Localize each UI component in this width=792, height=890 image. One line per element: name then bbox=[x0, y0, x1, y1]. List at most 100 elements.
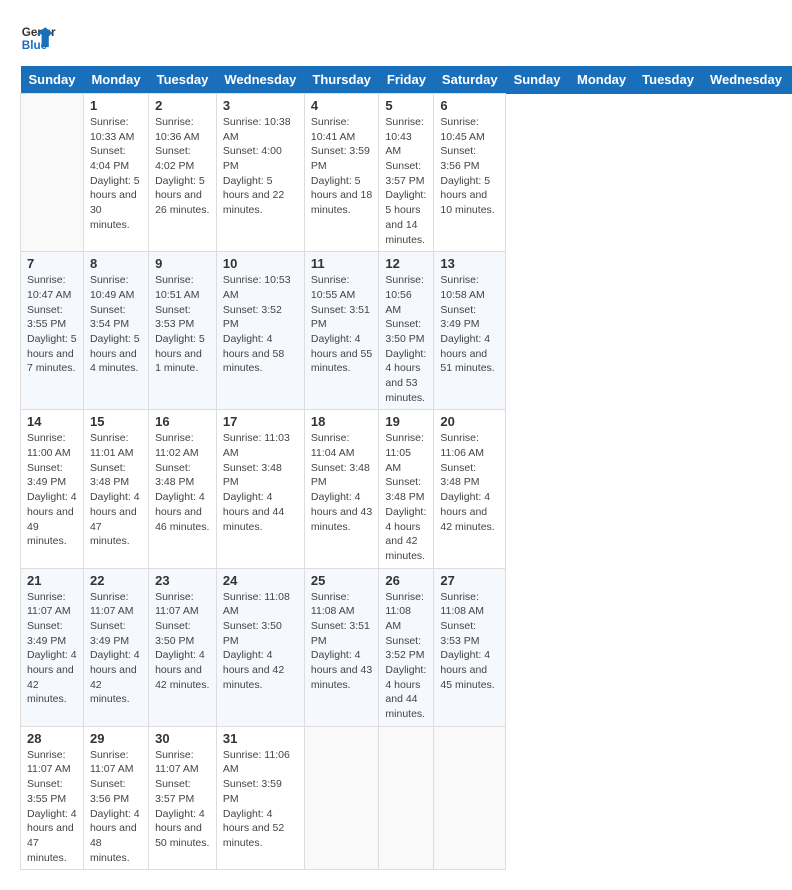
header-friday: Friday bbox=[379, 66, 434, 94]
day-number: 10 bbox=[223, 256, 298, 271]
day-info: Sunrise: 11:08 AMSunset: 3:50 PMDaylight… bbox=[223, 590, 298, 693]
calendar-cell: 24 Sunrise: 11:08 AMSunset: 3:50 PMDaylig… bbox=[216, 568, 304, 726]
day-number: 20 bbox=[440, 414, 499, 429]
day-number: 24 bbox=[223, 573, 298, 588]
day-number: 21 bbox=[27, 573, 77, 588]
calendar-cell: 14 Sunrise: 11:00 AMSunset: 3:49 PMDaylig… bbox=[21, 410, 84, 568]
day-info: Sunrise: 11:07 AMSunset: 3:56 PMDaylight… bbox=[90, 748, 142, 866]
day-info: Sunrise: 10:45 AMSunset: 3:56 PMDaylight… bbox=[440, 115, 499, 218]
day-info: Sunrise: 10:49 AMSunset: 3:54 PMDaylight… bbox=[90, 273, 142, 376]
calendar-cell: 3Sunrise: 10:38 AMSunset: 4:00 PMDayligh… bbox=[216, 94, 304, 252]
day-number: 17 bbox=[223, 414, 298, 429]
day-number: 19 bbox=[385, 414, 427, 429]
day-info: Sunrise: 10:53 AMSunset: 3:52 PMDaylight… bbox=[223, 273, 298, 376]
calendar-cell: 11Sunrise: 10:55 AMSunset: 3:51 PMDaylig… bbox=[304, 252, 379, 410]
calendar-cell: 5 Sunrise: 10:43 AMSunset: 3:57 PMDayligh… bbox=[379, 94, 434, 252]
calendar-cell: 29 Sunrise: 11:07 AMSunset: 3:56 PMDaylig… bbox=[83, 726, 148, 870]
day-number: 1 bbox=[90, 98, 142, 113]
calendar-cell: 12 Sunrise: 10:56 AMSunset: 3:50 PMDaylig… bbox=[379, 252, 434, 410]
day-info: Sunrise: 11:08 AMSunset: 3:52 PMDaylight… bbox=[385, 590, 427, 722]
day-number: 26 bbox=[385, 573, 427, 588]
header-thursday: Thursday bbox=[304, 66, 379, 94]
header-sunday: Sunday bbox=[21, 66, 84, 94]
calendar-cell bbox=[21, 94, 84, 252]
day-number: 5 bbox=[385, 98, 427, 113]
calendar-cell bbox=[434, 726, 506, 870]
calendar-cell: 22 Sunrise: 11:07 AMSunset: 3:49 PMDaylig… bbox=[83, 568, 148, 726]
header-monday: Monday bbox=[83, 66, 148, 94]
day-number: 9 bbox=[155, 256, 210, 271]
day-info: Sunrise: 10:58 AMSunset: 3:49 PMDaylight… bbox=[440, 273, 499, 376]
day-info: Sunrise: 11:07 AMSunset: 3:49 PMDaylight… bbox=[27, 590, 77, 708]
day-info: Sunrise: 11:01 AMSunset: 3:48 PMDaylight… bbox=[90, 431, 142, 549]
day-number: 31 bbox=[223, 731, 298, 746]
calendar-week-1: 1 Sunrise: 10:33 AMSunset: 4:04 PMDayligh… bbox=[21, 94, 792, 252]
day-info: Sunrise: 11:03 AMSunset: 3:48 PMDaylight… bbox=[223, 431, 298, 534]
day-number: 12 bbox=[385, 256, 427, 271]
day-info: Sunrise: 11:06 AMSunset: 3:48 PMDaylight… bbox=[440, 431, 499, 534]
calendar-cell: 26 Sunrise: 11:08 AMSunset: 3:52 PMDaylig… bbox=[379, 568, 434, 726]
header-day-tuesday: Tuesday bbox=[634, 66, 702, 94]
calendar-week-4: 21 Sunrise: 11:07 AMSunset: 3:49 PMDaylig… bbox=[21, 568, 792, 726]
calendar-cell: 30 Sunrise: 11:07 AMSunset: 3:57 PMDaylig… bbox=[149, 726, 217, 870]
calendar-cell: 25 Sunrise: 11:08 AMSunset: 3:51 PMDaylig… bbox=[304, 568, 379, 726]
day-number: 30 bbox=[155, 731, 210, 746]
day-info: Sunrise: 11:00 AMSunset: 3:49 PMDaylight… bbox=[27, 431, 77, 549]
day-info: Sunrise: 11:07 AMSunset: 3:49 PMDaylight… bbox=[90, 590, 142, 708]
calendar-cell: 19Sunrise: 11:05 AMSunset: 3:48 PMDaylig… bbox=[379, 410, 434, 568]
day-info: Sunrise: 10:41 AMSunset: 3:59 PMDaylight… bbox=[311, 115, 373, 218]
day-number: 6 bbox=[440, 98, 499, 113]
day-info: Sunrise: 11:08 AMSunset: 3:53 PMDaylight… bbox=[440, 590, 499, 693]
day-number: 4 bbox=[311, 98, 373, 113]
day-number: 18 bbox=[311, 414, 373, 429]
calendar-cell: 28 Sunrise: 11:07 AMSunset: 3:55 PMDaylig… bbox=[21, 726, 84, 870]
day-info: Sunrise: 10:56 AMSunset: 3:50 PMDaylight… bbox=[385, 273, 427, 405]
calendar-cell: 21 Sunrise: 11:07 AMSunset: 3:49 PMDaylig… bbox=[21, 568, 84, 726]
day-number: 29 bbox=[90, 731, 142, 746]
logo: General Blue bbox=[20, 20, 56, 56]
day-number: 25 bbox=[311, 573, 373, 588]
calendar-cell: 16Sunrise: 11:02 AMSunset: 3:48 PMDaylig… bbox=[149, 410, 217, 568]
day-number: 14 bbox=[27, 414, 77, 429]
calendar-cell: 17 Sunrise: 11:03 AMSunset: 3:48 PMDaylig… bbox=[216, 410, 304, 568]
day-number: 8 bbox=[90, 256, 142, 271]
calendar-cell: 6 Sunrise: 10:45 AMSunset: 3:56 PMDayligh… bbox=[434, 94, 506, 252]
calendar-header-row: SundayMondayTuesdayWednesdayThursdayFrid… bbox=[21, 66, 792, 94]
calendar-cell: 2 Sunrise: 10:36 AMSunset: 4:02 PMDayligh… bbox=[149, 94, 217, 252]
day-number: 23 bbox=[155, 573, 210, 588]
day-info: Sunrise: 10:43 AMSunset: 3:57 PMDaylight… bbox=[385, 115, 427, 247]
day-info: Sunrise: 10:55 AMSunset: 3:51 PMDaylight… bbox=[311, 273, 373, 376]
day-info: Sunrise: 11:08 AMSunset: 3:51 PMDaylight… bbox=[311, 590, 373, 693]
calendar-cell: 13 Sunrise: 10:58 AMSunset: 3:49 PMDaylig… bbox=[434, 252, 506, 410]
calendar-cell: 18 Sunrise: 11:04 AMSunset: 3:48 PMDaylig… bbox=[304, 410, 379, 568]
day-info: Sunrise: 10:33 AMSunset: 4:04 PMDaylight… bbox=[90, 115, 142, 233]
day-number: 13 bbox=[440, 256, 499, 271]
day-info: Sunrise: 10:36 AMSunset: 4:02 PMDaylight… bbox=[155, 115, 210, 218]
day-number: 15 bbox=[90, 414, 142, 429]
calendar-cell: 8 Sunrise: 10:49 AMSunset: 3:54 PMDayligh… bbox=[83, 252, 148, 410]
calendar-cell: 23 Sunrise: 11:07 AMSunset: 3:50 PMDaylig… bbox=[149, 568, 217, 726]
day-info: Sunrise: 11:06 AMSunset: 3:59 PMDaylight… bbox=[223, 748, 298, 851]
header-wednesday: Wednesday bbox=[216, 66, 304, 94]
day-info: Sunrise: 11:07 AMSunset: 3:57 PMDaylight… bbox=[155, 748, 210, 851]
day-info: Sunrise: 10:47 AMSunset: 3:55 PMDaylight… bbox=[27, 273, 77, 376]
day-info: Sunrise: 11:07 AMSunset: 3:55 PMDaylight… bbox=[27, 748, 77, 866]
calendar-cell: 31 Sunrise: 11:06 AMSunset: 3:59 PMDaylig… bbox=[216, 726, 304, 870]
calendar-cell bbox=[304, 726, 379, 870]
calendar-week-3: 14 Sunrise: 11:00 AMSunset: 3:49 PMDaylig… bbox=[21, 410, 792, 568]
calendar-cell: 1 Sunrise: 10:33 AMSunset: 4:04 PMDayligh… bbox=[83, 94, 148, 252]
header-day-wednesday: Wednesday bbox=[702, 66, 790, 94]
day-number: 22 bbox=[90, 573, 142, 588]
calendar-week-5: 28 Sunrise: 11:07 AMSunset: 3:55 PMDaylig… bbox=[21, 726, 792, 870]
day-info: Sunrise: 11:04 AMSunset: 3:48 PMDaylight… bbox=[311, 431, 373, 534]
calendar-cell: 27Sunrise: 11:08 AMSunset: 3:53 PMDaylig… bbox=[434, 568, 506, 726]
day-number: 3 bbox=[223, 98, 298, 113]
calendar-table: SundayMondayTuesdayWednesdayThursdayFrid… bbox=[20, 66, 792, 870]
calendar-cell bbox=[379, 726, 434, 870]
calendar-cell: 7Sunrise: 10:47 AMSunset: 3:55 PMDayligh… bbox=[21, 252, 84, 410]
day-number: 2 bbox=[155, 98, 210, 113]
day-info: Sunrise: 11:07 AMSunset: 3:50 PMDaylight… bbox=[155, 590, 210, 693]
day-number: 28 bbox=[27, 731, 77, 746]
header-day-monday: Monday bbox=[569, 66, 634, 94]
day-info: Sunrise: 10:51 AMSunset: 3:53 PMDaylight… bbox=[155, 273, 210, 376]
